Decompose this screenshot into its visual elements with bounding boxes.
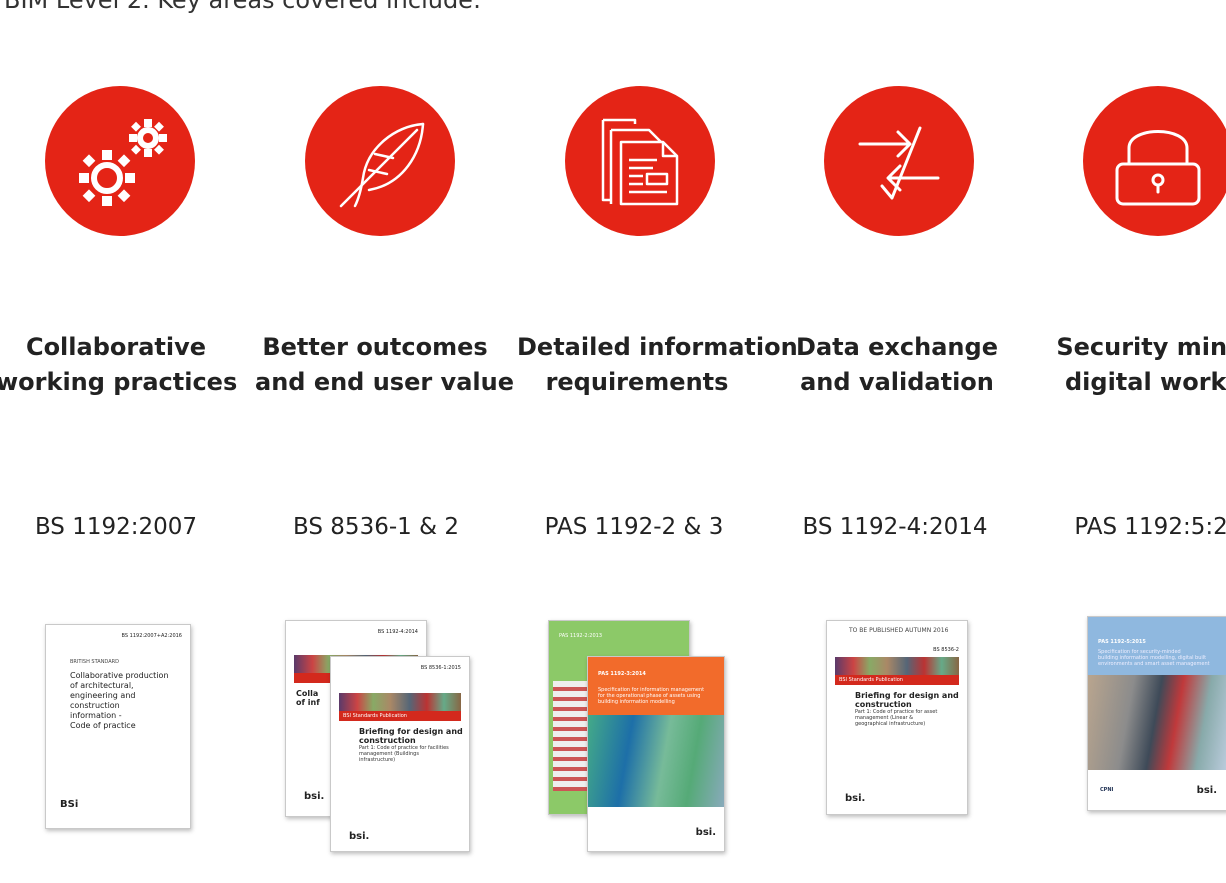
cover-bs1192: BS 1192:2007+A2:2016 BRITISH STANDARD Co…: [45, 624, 191, 829]
standard-code: PAS 1192:5:2015: [1074, 514, 1226, 540]
standard-code: BS 1192-4:2014: [802, 514, 988, 540]
area-title: Better outcomes and end user value: [255, 333, 514, 396]
bsi-logo: BSi: [60, 799, 79, 810]
standard-code: BS 1192:2007: [34, 514, 198, 540]
standard-code: BS 8536-1 & 2: [293, 514, 459, 540]
area-title: Security mindeddigital working: [1056, 333, 1226, 396]
cover-bs8536-1: BS 8536-1:2015 BSI Standards Publication…: [330, 656, 470, 852]
documents-icon: [565, 86, 715, 236]
area-title: Collaborative working practices: [0, 333, 238, 396]
area-title: Detailed information requirements: [517, 333, 798, 396]
bsi-logo: bsi.: [695, 827, 716, 838]
standard-code: PAS 1192-2 & 3: [544, 514, 724, 540]
area-title: Data exchange and validation: [796, 333, 998, 396]
bsi-logo: bsi.: [304, 791, 325, 802]
cover-bs8536-2: TO BE PUBLISHED AUTUMN 2016 BS 8536-2 BS…: [826, 620, 968, 815]
bsi-logo: bsi.: [1196, 785, 1217, 796]
gears-icon: [45, 86, 195, 236]
cover-pas1192-5: PAS 1192-5:2015 Specification for securi…: [1087, 616, 1226, 811]
feather-icon: [305, 86, 455, 236]
padlock-icon: [1083, 86, 1226, 236]
cover-pas1192-3: PAS 1192-3:2014 Specification for inform…: [587, 656, 725, 852]
bsi-logo: bsi.: [845, 793, 866, 804]
bsi-logo: bsi.: [349, 831, 370, 842]
exchange-arrows-icon: [824, 86, 974, 236]
